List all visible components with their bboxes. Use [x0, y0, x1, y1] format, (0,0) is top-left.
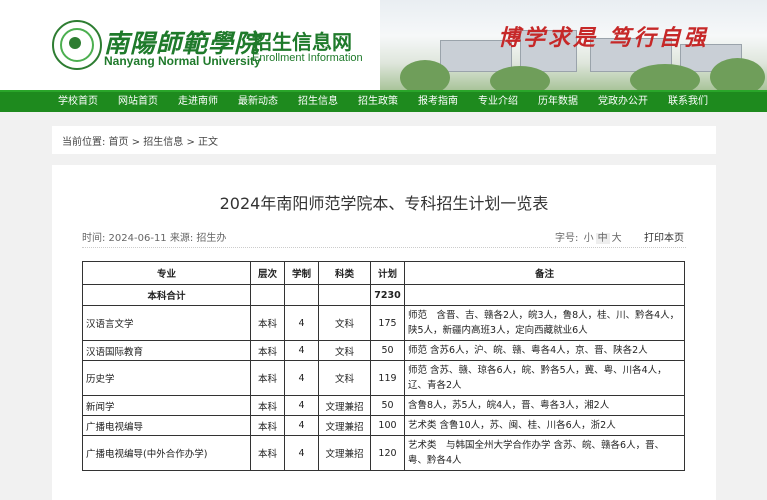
motto: 博学求是 笃行自强 [498, 25, 709, 51]
nav-public-affairs[interactable]: 党政办公开 [588, 92, 658, 112]
cell-type: 文理兼招 [318, 435, 371, 471]
article-meta: 时间: 2024-06-11 来源: 招生办 [82, 233, 227, 244]
font-size-label: 字号: [555, 233, 579, 244]
nav-history-data[interactable]: 历年数据 [528, 92, 588, 112]
table-total-row: 本科合计 7230 [82, 284, 685, 306]
font-size-large-button[interactable]: 大 [610, 233, 624, 244]
cell-years: 4 [284, 435, 319, 471]
nav-guide[interactable]: 报考指南 [408, 92, 468, 112]
nav-contact[interactable]: 联系我们 [658, 92, 718, 112]
cell-level: 本科 [250, 340, 285, 361]
cell-major: 历史学 [82, 360, 251, 396]
cell-years: 4 [284, 340, 319, 361]
cell-years: 4 [284, 395, 319, 416]
cell-note: 师范 含苏6人，沪、皖、赣、粤各4人，京、晋、陕各2人 [404, 340, 685, 361]
cell-type: 文科 [318, 340, 371, 361]
cell-major: 广播电视编导 [82, 415, 251, 436]
cell-note: 艺术类 含鲁10人，苏、闽、桂、川各6人，浙2人 [404, 415, 685, 436]
nav-majors[interactable]: 专业介绍 [468, 92, 528, 112]
col-header-note: 备注 [404, 261, 685, 285]
total-plan: 7230 [370, 284, 405, 306]
total-label: 本科合计 [82, 284, 251, 306]
nav-home-school[interactable]: 学校首页 [48, 92, 108, 112]
font-size-control: 字号: 小中大 [555, 229, 624, 244]
table-row: 新闻学 本科 4 文理兼招 50 含鲁8人，苏5人，皖4人，晋、粤各3人，湘2人 [82, 395, 685, 416]
cell-level: 本科 [250, 395, 285, 416]
table-row: 汉语国际教育 本科 4 文科 50 师范 含苏6人，沪、皖、赣、粤各4人，京、晋… [82, 340, 685, 361]
university-logo-icon[interactable] [52, 20, 102, 70]
enrollment-plan-table: 专业 层次 学制 科类 计划 备注 本科合计 7230 汉语言文学 本科 4 文… [82, 261, 685, 471]
cell-plan: 120 [370, 435, 405, 471]
cell-level: 本科 [250, 305, 285, 341]
cell-years: 4 [284, 360, 319, 396]
cell-plan: 50 [370, 395, 405, 416]
article-panel: 2024年南阳师范学院本、专科招生计划一览表 时间: 2024-06-11 来源… [52, 165, 716, 500]
cell-level: 本科 [250, 435, 285, 471]
font-size-small-button[interactable]: 小 [582, 233, 596, 244]
cell-plan: 100 [370, 415, 405, 436]
cell-type: 文科 [318, 305, 371, 341]
site-name-en: Enrollment Information [252, 52, 363, 64]
cell-years: 4 [284, 415, 319, 436]
cell-type: 文科 [318, 360, 371, 396]
cell-note: 艺术类 与韩国全州大学合作办学 含苏、皖、赣各6人，晋、粤、黔各4人 [404, 435, 685, 471]
cell-major: 汉语国际教育 [82, 340, 251, 361]
nav-admission-policy[interactable]: 招生政策 [348, 92, 408, 112]
col-header-major: 专业 [82, 261, 251, 285]
col-header-years: 学制 [284, 261, 319, 285]
cell-note: 师范 含苏、赣、琼各6人，皖、黔各5人，冀、粤、川各4人，辽、青各2人 [404, 360, 685, 396]
cell-plan: 175 [370, 305, 405, 341]
col-header-type: 科类 [318, 261, 371, 285]
font-size-medium-button[interactable]: 中 [595, 233, 610, 244]
table-header-row: 专业 层次 学制 科类 计划 备注 [82, 261, 685, 285]
cell-type: 文理兼招 [318, 395, 371, 416]
col-header-level: 层次 [250, 261, 285, 285]
cell-type: 文理兼招 [318, 415, 371, 436]
page-title: 2024年南阳师范学院本、专科招生计划一览表 [219, 194, 549, 213]
cell-major: 广播电视编导(中外合作办学) [82, 435, 251, 471]
cell-note: 含鲁8人，苏5人，皖4人，晋、粤各3人，湘2人 [404, 395, 685, 416]
breadcrumb-panel: 当前位置: 首页 > 招生信息 > 正文 [52, 126, 716, 154]
table-row: 历史学 本科 4 文科 119 师范 含苏、赣、琼各6人，皖、黔各5人，冀、粤、… [82, 360, 685, 396]
col-header-plan: 计划 [370, 261, 405, 285]
table-row: 汉语言文学 本科 4 文科 175 师范 含晋、吉、赣各2人，皖3人，鲁8人，桂… [82, 305, 685, 341]
cell-major: 汉语言文学 [82, 305, 251, 341]
site-header: 南陽師範學院 Nanyang Normal University 招生信息网 E… [0, 0, 767, 90]
school-name-en: Nanyang Normal University [104, 54, 261, 68]
table-row: 广播电视编导 本科 4 文理兼招 100 艺术类 含鲁10人，苏、闽、桂、川各6… [82, 415, 685, 436]
cell-note: 师范 含晋、吉、赣各2人，皖3人，鲁8人，桂、川、黔各4人，陕5人，新疆内高班3… [404, 305, 685, 341]
breadcrumb[interactable]: 当前位置: 首页 > 招生信息 > 正文 [62, 133, 218, 148]
site-name-cn: 招生信息网 [252, 30, 352, 54]
cell-level: 本科 [250, 360, 285, 396]
table-row: 广播电视编导(中外合作办学) 本科 4 文理兼招 120 艺术类 与韩国全州大学… [82, 435, 685, 471]
nav-admission-info[interactable]: 招生信息 [288, 92, 348, 112]
print-button[interactable]: 打印本页 [644, 229, 684, 244]
cell-level: 本科 [250, 415, 285, 436]
nav-about[interactable]: 走进南师 [168, 92, 228, 112]
cell-plan: 50 [370, 340, 405, 361]
main-nav: 学校首页 网站首页 走进南师 最新动态 招生信息 招生政策 报考指南 专业介绍 … [0, 90, 767, 112]
cell-plan: 119 [370, 360, 405, 396]
divider [82, 247, 686, 248]
cell-years: 4 [284, 305, 319, 341]
nav-news[interactable]: 最新动态 [228, 92, 288, 112]
nav-home-site[interactable]: 网站首页 [108, 92, 168, 112]
cell-major: 新闻学 [82, 395, 251, 416]
